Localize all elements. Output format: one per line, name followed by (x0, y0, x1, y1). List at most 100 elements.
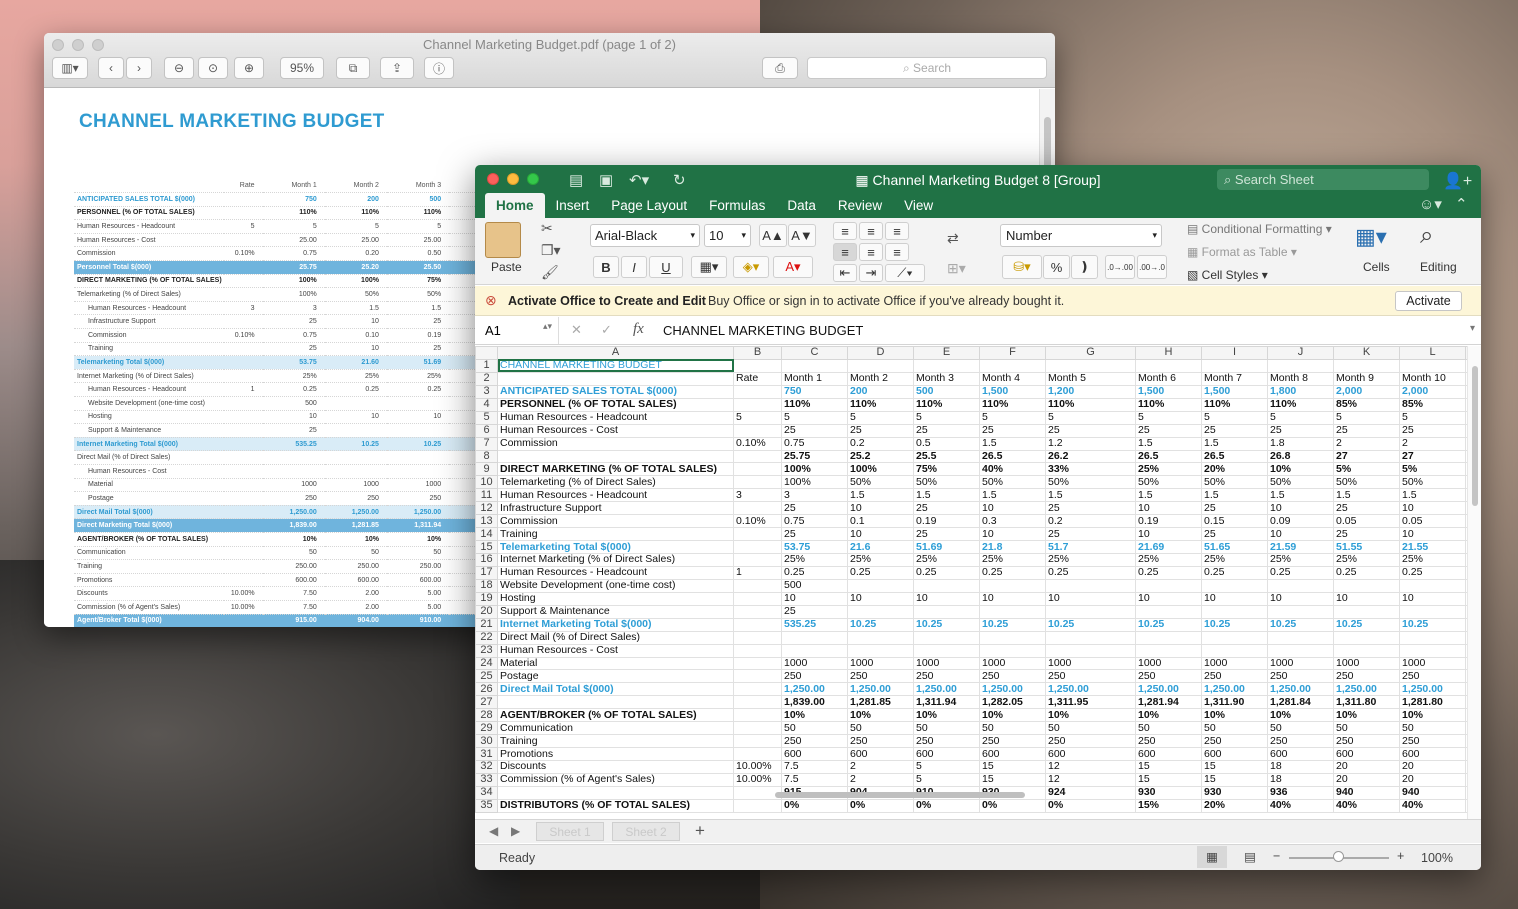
cell[interactable]: Commission (497, 436, 734, 451)
cell[interactable]: 50 (979, 721, 1046, 736)
column-header[interactable]: L (1399, 346, 1466, 360)
cell[interactable]: 10 (1135, 501, 1202, 516)
cell[interactable]: 25 (781, 527, 848, 542)
cell[interactable] (1333, 358, 1400, 373)
cell[interactable]: 2,000 (1333, 384, 1400, 399)
cell[interactable]: 10 (1267, 527, 1334, 542)
cell[interactable] (733, 617, 782, 632)
cell[interactable]: 1,281.84 (1267, 695, 1334, 710)
cell[interactable]: 1000 (913, 656, 980, 671)
align-right-icon[interactable]: ≡ (885, 243, 909, 261)
cell[interactable] (847, 358, 914, 373)
row-header[interactable]: 29 (475, 721, 498, 736)
cell[interactable]: 250 (1333, 734, 1400, 749)
cell[interactable]: Month 3 (913, 371, 980, 386)
decrease-indent-icon[interactable]: ⇤ (833, 264, 857, 282)
cell[interactable]: 110% (1045, 397, 1136, 412)
row-header[interactable]: 13 (475, 514, 498, 529)
horizontal-scroll-thumb[interactable] (775, 792, 1025, 798)
cell[interactable]: 0.25 (1135, 565, 1202, 580)
cell[interactable]: 25 (913, 501, 980, 516)
cell[interactable]: 1,281.94 (1135, 695, 1202, 710)
cell[interactable] (913, 604, 980, 619)
cell[interactable]: 40% (1267, 798, 1334, 813)
cell[interactable]: 250 (781, 734, 848, 749)
search-icon[interactable]: ⌕ (1420, 222, 1433, 250)
cell[interactable]: 5 (1045, 410, 1136, 425)
cell[interactable]: 250 (1267, 669, 1334, 684)
cell[interactable] (1045, 604, 1136, 619)
cell[interactable]: 250 (1045, 734, 1136, 749)
cell[interactable]: 1,800 (1267, 384, 1334, 399)
cell[interactable]: 50 (1267, 721, 1334, 736)
cell[interactable]: 20% (1201, 462, 1268, 477)
cell[interactable]: 27 (1399, 449, 1466, 464)
zoom-in-icon[interactable]: ⊕ (234, 57, 264, 79)
cell[interactable] (913, 630, 980, 645)
cell[interactable]: 25 (781, 423, 848, 438)
comma-style-button[interactable]: ❫ (1071, 255, 1098, 279)
previous-page-icon[interactable]: ‹ (98, 57, 124, 79)
cell[interactable]: Hosting (497, 591, 734, 606)
sheet-tab-2[interactable]: Sheet 2 (612, 822, 680, 841)
cell[interactable]: 0.2 (847, 436, 914, 451)
cell[interactable]: 0% (913, 798, 980, 813)
cell[interactable]: 25 (979, 423, 1046, 438)
cell[interactable]: 2 (847, 760, 914, 774)
row-header[interactable]: 18 (475, 578, 498, 593)
cell[interactable]: 15 (1135, 772, 1202, 787)
cell[interactable]: 10.25 (1399, 617, 1466, 632)
cell[interactable]: 10.00% (733, 772, 782, 787)
tab-page-layout[interactable]: Page Layout (600, 193, 698, 218)
cell[interactable]: 1.5 (913, 488, 980, 503)
cell[interactable]: 25 (913, 423, 980, 438)
cell[interactable]: 25 (1333, 501, 1400, 516)
cell[interactable]: 110% (1135, 397, 1202, 412)
cell[interactable] (1399, 604, 1466, 619)
formula-input[interactable]: CHANNEL MARKETING BUDGET (663, 323, 863, 338)
cell[interactable]: 500 (913, 384, 980, 399)
cell[interactable]: 10 (847, 527, 914, 542)
cell[interactable]: 1,500 (1201, 384, 1268, 399)
orientation-icon[interactable]: ⟋▾ (885, 264, 925, 282)
cell[interactable]: 600 (1135, 747, 1202, 761)
zoom-level[interactable]: 95% (280, 57, 324, 79)
cell[interactable]: 1,311.95 (1045, 695, 1136, 710)
cell[interactable]: 51.69 (913, 540, 980, 554)
cell[interactable]: 250 (1135, 734, 1202, 749)
sidebar-toggle-icon[interactable]: ▥▾ (52, 57, 88, 79)
cell[interactable]: Human Resources - Headcount (497, 488, 734, 503)
row-header[interactable]: 8 (475, 449, 498, 464)
cell[interactable]: 0.25 (847, 565, 914, 580)
cell[interactable]: 25% (1045, 553, 1136, 567)
row-header[interactable]: 27 (475, 695, 498, 710)
italic-button[interactable]: I (621, 256, 647, 278)
cell[interactable] (1399, 630, 1466, 645)
cell[interactable]: 50% (1135, 475, 1202, 490)
cell[interactable]: 10 (1399, 527, 1466, 542)
cell[interactable] (847, 630, 914, 645)
cell[interactable]: 10 (1201, 591, 1268, 606)
fill-color-icon[interactable]: ◈▾ (733, 256, 769, 278)
cell[interactable]: 25 (913, 527, 980, 542)
cell[interactable]: 600 (1267, 747, 1334, 761)
zoom-out-icon[interactable]: − (1273, 849, 1280, 863)
cell[interactable]: 25% (847, 553, 914, 567)
cell[interactable]: 0.25 (781, 565, 848, 580)
copy-icon[interactable]: ❐▾ (541, 242, 561, 259)
activate-button[interactable]: Activate (1395, 291, 1462, 311)
cell[interactable]: 10% (781, 708, 848, 723)
cell[interactable]: 1,281.80 (1399, 695, 1466, 710)
cell[interactable] (733, 734, 782, 749)
column-header[interactable]: D (847, 346, 914, 360)
cell[interactable]: 10.25 (1135, 617, 1202, 632)
cell[interactable]: 25 (1201, 423, 1268, 438)
row-header[interactable]: 31 (475, 747, 498, 761)
cell[interactable] (1045, 630, 1136, 645)
tab-view[interactable]: View (893, 193, 944, 218)
cell[interactable] (781, 630, 848, 645)
cell[interactable]: 1,282.05 (979, 695, 1046, 710)
cell[interactable]: 1,281.85 (847, 695, 914, 710)
cell[interactable] (1045, 358, 1136, 373)
row-header[interactable]: 16 (475, 553, 498, 567)
